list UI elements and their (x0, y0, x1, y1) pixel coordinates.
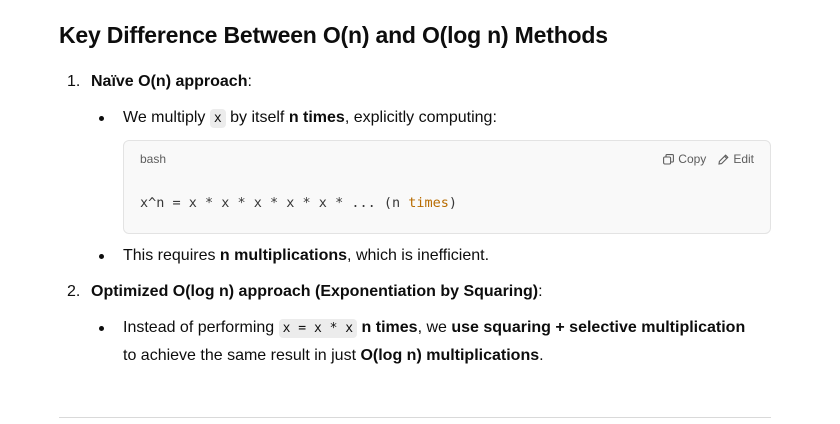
bullet-text: This requires n multiplications, which i… (123, 245, 489, 267)
code-text-end: ) (448, 195, 457, 211)
list-item-title: Naïve O(n) approach: (91, 71, 252, 93)
bullet-text-bold: n times (288, 109, 345, 126)
bullet-text-pre: This requires (123, 247, 220, 264)
bullet-text-pre: Instead of performing (123, 319, 279, 336)
inline-code: x (209, 109, 226, 128)
bullet-text-post: , which is inefficient. (347, 247, 490, 264)
section-heading: Key Difference Between O(n) and O(log n)… (59, 22, 608, 48)
edit-button[interactable]: Edit (718, 152, 754, 166)
list-item-title-bold: Optimized O(log n) approach (Exponentiat… (91, 283, 539, 300)
list-item-title-bold: Naïve O(n) approach (91, 73, 248, 90)
bullet-text-pre: to achieve the same result in just (123, 347, 361, 364)
code-text: x^n = x * x * x * x * x * ... (n (140, 195, 409, 211)
list-item-title: Optimized O(log n) approach (Exponentiat… (91, 281, 543, 303)
copy-icon (663, 153, 675, 165)
bullet-text-pre: We multiply (123, 109, 210, 126)
code-block: bash Copy Edit x^n = x * x * x * x * x *… (123, 140, 771, 234)
bullet-text-bold: use squaring + selective multiplication (451, 319, 746, 336)
code-language-label: bash (140, 152, 167, 166)
divider (59, 417, 771, 418)
list-number: 2. (67, 283, 81, 300)
edit-label: Edit (733, 152, 754, 166)
bullet-text-mid: , we (417, 319, 452, 336)
bullet-dot (99, 326, 104, 331)
inline-code: x = x * x (278, 319, 358, 338)
bullet-dot (99, 116, 104, 121)
list-item-title-suffix: : (247, 73, 252, 90)
bullet-dot (99, 254, 104, 259)
bullet-text-bold: n times (357, 319, 418, 336)
bullet-text-post: . (539, 347, 544, 364)
bullet-text-line2: to achieve the same result in just O(log… (123, 345, 544, 367)
bullet-text-bold: n multiplications (219, 247, 348, 264)
code-line: x^n = x * x * x * x * x * ... (n times) (140, 195, 457, 211)
bullet-text-mid: by itself (225, 109, 289, 126)
copy-label: Copy (678, 152, 707, 166)
code-actions: Copy Edit (663, 152, 754, 166)
copy-button[interactable]: Copy (663, 152, 706, 166)
bullet-text: We multiply x by itself n times, explici… (123, 107, 497, 130)
bullet-text-bold: O(log n) multiplications (360, 347, 540, 364)
list-item-title-suffix: : (538, 283, 543, 300)
list-number: 1. (67, 73, 81, 90)
edit-pencil-icon (718, 153, 729, 165)
bullet-text: Instead of performing x = x * x n times,… (123, 317, 745, 340)
code-keyword: times (408, 195, 449, 211)
bullet-text-post: , explicitly computing: (344, 109, 497, 126)
